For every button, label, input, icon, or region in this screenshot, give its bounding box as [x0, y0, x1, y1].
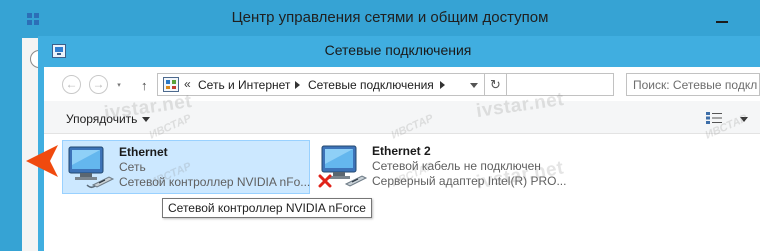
- chevron-down-icon: [142, 117, 151, 123]
- organize-label: Упорядочить: [66, 112, 138, 126]
- explorer-client-area: ← → ▾ ↑ « Сеть и Интернет Сетевые подклю…: [44, 67, 760, 251]
- back-window-title-bar[interactable]: Центр управления сетями и общим доступом: [0, 0, 760, 38]
- breadcrumb-separator-icon[interactable]: [440, 81, 445, 89]
- connection-status: Сетевой кабель не подключен: [372, 159, 541, 173]
- connection-name: Ethernet 2: [372, 144, 431, 158]
- network-connections-window: Сетевые подключения ← → ▾ ↑ « Сеть и Инт…: [38, 36, 760, 251]
- connection-name: Ethernet: [119, 145, 168, 159]
- refresh-button[interactable]: ↻: [485, 73, 507, 96]
- connection-item-ethernet-2[interactable]: Ethernet 2 Сетевой кабель не подключен С…: [316, 140, 567, 194]
- back-button[interactable]: ←: [62, 75, 81, 94]
- search-input[interactable]: [627, 74, 757, 95]
- adapter-tooltip: Сетевой контроллер NVIDIA nForce: [162, 198, 372, 218]
- control-panel-icon: [163, 77, 179, 95]
- recent-locations-button[interactable]: ▾: [114, 81, 124, 91]
- forward-arrow-icon: →: [92, 77, 105, 91]
- network-center-icon: [26, 12, 40, 29]
- window-control-icon[interactable]: [738, 40, 760, 62]
- back-arrow-icon: ←: [65, 77, 78, 91]
- network-connections-icon: [52, 44, 66, 61]
- organize-button[interactable]: Упорядочить: [66, 112, 151, 126]
- breadcrumb-separator-icon[interactable]: [295, 81, 300, 89]
- forward-button[interactable]: →: [89, 75, 108, 94]
- connection-adapter: Сетевой контроллер NVIDIA nFo...: [119, 175, 311, 189]
- pointer-arrow-icon: [24, 141, 64, 179]
- connections-list: Ethernet Сеть Сетевой контроллер NVIDIA …: [44, 89, 760, 251]
- connection-adapter: Серверный адаптер Intel(R) PRO...: [372, 174, 567, 188]
- address-dropdown-button[interactable]: [465, 73, 485, 96]
- connection-item-ethernet[interactable]: Ethernet Сеть Сетевой контроллер NVIDIA …: [62, 140, 310, 194]
- refresh-icon: ↻: [490, 77, 501, 92]
- change-view-icon[interactable]: [706, 112, 722, 124]
- navigation-bar: ← → ▾ ↑ « Сеть и Интернет Сетевые подклю…: [44, 67, 760, 101]
- view-options-chevron-icon[interactable]: [740, 117, 748, 122]
- address-bar[interactable]: « Сеть и Интернет Сетевые подключения: [157, 73, 614, 96]
- search-box[interactable]: [626, 73, 760, 96]
- window-title-bar[interactable]: Сетевые подключения: [38, 36, 760, 67]
- disconnected-x-icon: [318, 174, 332, 191]
- back-window-title: Центр управления сетями и общим доступом: [231, 9, 549, 26]
- address-overflow-chevron[interactable]: «: [184, 77, 191, 91]
- command-bar: Упорядочить: [44, 101, 760, 134]
- connection-status: Сеть: [119, 160, 146, 174]
- breadcrumb-network-internet[interactable]: Сеть и Интернет: [198, 78, 290, 92]
- ethernet-adapter-icon: [65, 145, 115, 191]
- breadcrumb-network-connections[interactable]: Сетевые подключения: [308, 78, 434, 92]
- window-title: Сетевые подключения: [324, 42, 472, 58]
- minimize-button[interactable]: [708, 6, 736, 30]
- up-arrow-icon[interactable]: ↑: [141, 78, 148, 93]
